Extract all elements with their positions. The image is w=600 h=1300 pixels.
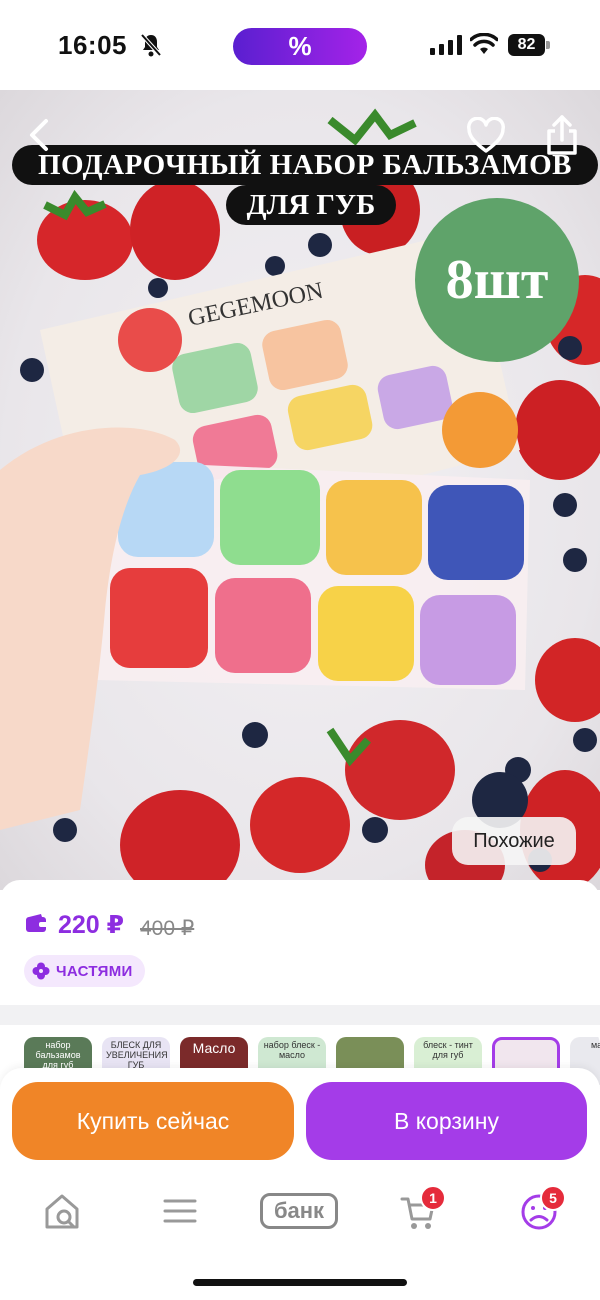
image-title-line2: ДЛЯ ГУБ [226,185,396,225]
wifi-icon [470,33,498,54]
product-tray [95,460,530,690]
bell-off-icon [140,33,162,57]
cart-count-badge: 1 [420,1185,446,1211]
product-image[interactable]: GEGEMOON ПОДАРОЧНЫЙ НАБОР БАЛЬЗАМОВ ДЛЯ … [0,90,600,890]
installments-label: ЧАСТЯМИ [56,962,133,980]
add-to-cart-button[interactable]: В корзину [306,1082,587,1160]
back-icon[interactable] [20,115,60,155]
signal-icon [430,35,462,55]
status-bar: 16:05 % 82 [0,0,600,90]
image-title-line1: ПОДАРОЧНЫЙ НАБОР БАЛЬЗАМОВ [12,145,598,185]
price-current: 220 ₽ [58,911,125,939]
price-card: 220 ₽ 400 ₽ ЧАСТЯМИ [0,880,600,1005]
promo-pill[interactable]: % [233,28,367,65]
catalog-icon[interactable] [162,1191,198,1231]
buy-now-button[interactable]: Купить сейчас [12,1082,294,1160]
wallet-icon [26,914,48,932]
bank-tab[interactable]: банк [260,1193,338,1229]
installments-badge[interactable]: ЧАСТЯМИ [24,955,145,987]
tab-bar: банк 1 5 [0,1175,600,1245]
battery-level: 82 [508,34,545,56]
share-icon[interactable] [543,114,581,156]
section-divider [0,1005,600,1025]
heart-icon[interactable] [466,117,506,155]
count-badge: 8шт [415,198,579,362]
clover-icon [32,962,50,980]
profile-count-badge: 5 [540,1185,566,1211]
price-old: 400 ₽ [140,917,195,940]
home-search-icon[interactable] [44,1191,80,1231]
battery-icon: 82 [508,34,550,56]
similar-button[interactable]: Похожие [452,817,576,865]
status-time: 16:05 [58,30,127,60]
home-indicator [193,1279,407,1286]
